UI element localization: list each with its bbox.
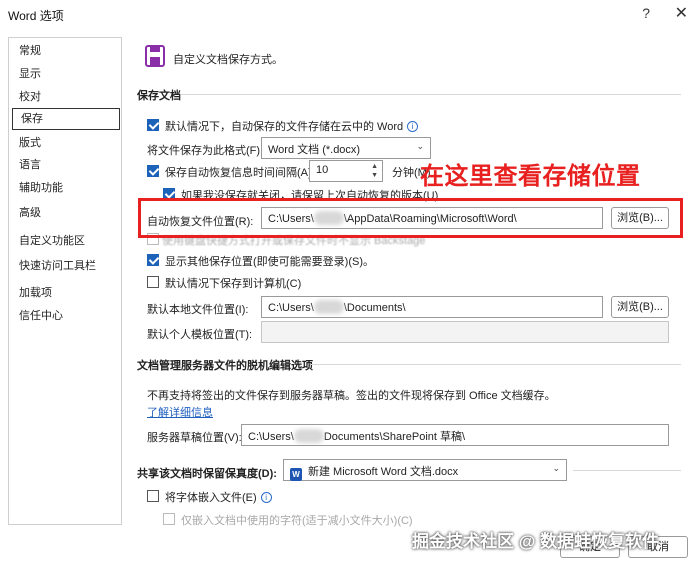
help-button[interactable]: ? xyxy=(642,5,650,21)
sidebar-item-general[interactable]: 常规 xyxy=(19,44,41,58)
separator xyxy=(181,94,681,95)
close-button[interactable]: ✕ xyxy=(675,3,688,23)
sidebar-item-advanced[interactable]: 高级 xyxy=(19,206,41,220)
title-bar: Word 选项 ? ✕ xyxy=(0,0,700,30)
watermark: 掘金技术社区 @ 数据蛙恢复软件 xyxy=(412,532,660,551)
sidebar-item-display[interactable]: 显示 xyxy=(19,67,41,81)
page-header: 自定义文档保存方式。 xyxy=(173,54,283,66)
sidebar-item-proofing[interactable]: 校对 xyxy=(19,90,41,104)
format-label: 将文件保存为此格式(F): xyxy=(147,145,264,157)
minutes-value: 10 xyxy=(316,164,329,176)
sidebar-item-quick-access[interactable]: 快速访问工具栏 xyxy=(19,259,96,273)
autorecover-checkbox[interactable] xyxy=(147,165,159,177)
autorecover-minutes-stepper[interactable]: 10 ▲ ▼ xyxy=(309,160,383,182)
save-floppy-icon xyxy=(145,45,165,67)
annotation-text: 在这里查看存储位置 xyxy=(420,163,641,190)
sidebar-item-layout[interactable]: 版式 xyxy=(19,136,41,150)
format-select[interactable]: Word 文档 (*.docx) ⌄ xyxy=(261,137,431,159)
cloud-default-label: 默认情况下，自动保存的文件存储在云中的 Word i xyxy=(165,118,419,134)
sidebar-item-language[interactable]: 语言 xyxy=(19,158,41,172)
sidebar-item-trust-center[interactable]: 信任中心 xyxy=(19,309,63,323)
format-value: Word 文档 (*.docx) xyxy=(268,144,361,156)
sidebar-item-accessibility[interactable]: 辅助功能 xyxy=(19,181,63,195)
window-title: Word 选项 xyxy=(8,9,64,23)
annotation-highlight-box xyxy=(138,198,683,238)
spin-arrows-icon[interactable]: ▲ ▼ xyxy=(371,162,378,180)
sidebar-item-save[interactable]: 保存 xyxy=(12,108,120,130)
sidebar-item-customize-ribbon[interactable]: 自定义功能区 xyxy=(19,234,85,248)
sidebar-item-addins[interactable]: 加载项 xyxy=(19,286,52,300)
cloud-default-checkbox[interactable] xyxy=(147,119,159,131)
autorecover-label: 保存自动恢复信息时间间隔(A) xyxy=(165,167,312,179)
save-options-panel: 自定义文档保存方式。 保存文档 默认情况下，自动保存的文件存储在云中的 Word… xyxy=(133,37,683,525)
info-icon: i xyxy=(407,121,419,132)
section-save-docs: 保存文档 xyxy=(137,90,181,102)
options-sidebar: 常规 显示 校对 保存 版式 语言 辅助功能 高级 自定义功能区 快速访问工具栏… xyxy=(8,37,122,525)
chevron-down-icon: ⌄ xyxy=(416,141,424,151)
